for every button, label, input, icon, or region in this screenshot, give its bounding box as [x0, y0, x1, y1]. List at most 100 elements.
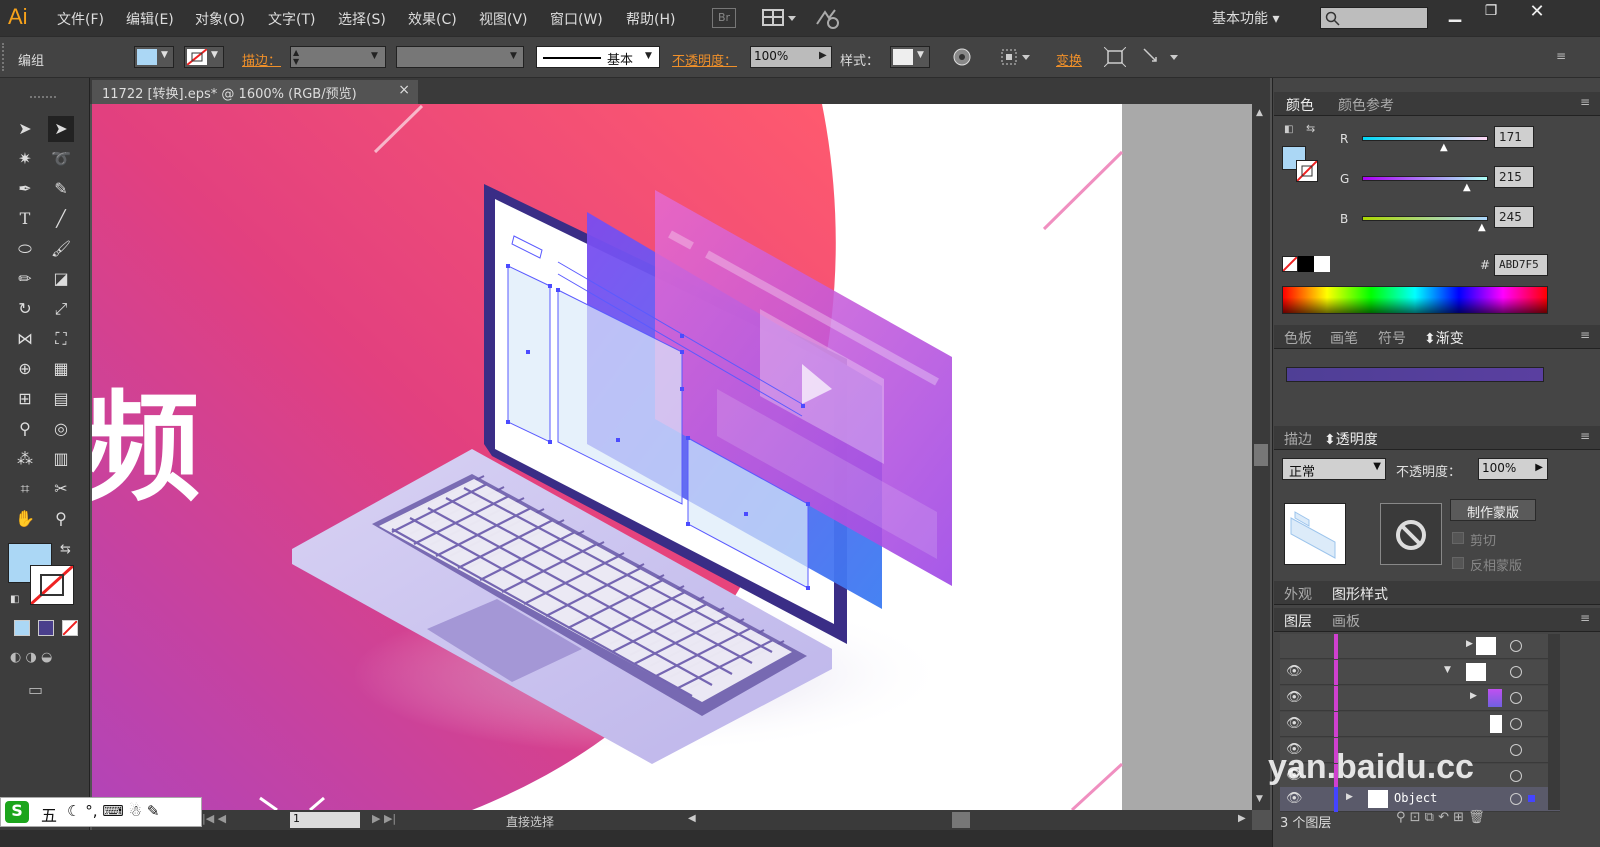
- layer-row[interactable]: 👁: [1280, 712, 1560, 737]
- variable-width-dropdown[interactable]: ▼: [396, 46, 524, 68]
- brush-definition-dropdown[interactable]: 基本 ▼: [536, 46, 660, 68]
- layer-row-object[interactable]: 👁 ▶ Object: [1280, 787, 1560, 812]
- default-colors-icon[interactable]: ◧: [10, 594, 19, 605]
- g-value[interactable]: 215: [1494, 166, 1534, 188]
- artboard-canvas[interactable]: 频: [92, 104, 1252, 810]
- symbol-sprayer-tool-icon[interactable]: ⁂: [12, 446, 38, 472]
- layer-row[interactable]: 👁 ▼: [1280, 660, 1560, 685]
- hex-value[interactable]: ABD7F5: [1494, 254, 1548, 276]
- g-slider[interactable]: [1362, 176, 1488, 181]
- swap-fill-stroke-icon[interactable]: ⇆: [60, 542, 71, 557]
- tab-transparency[interactable]: ⬍透明度: [1324, 429, 1378, 449]
- black-swatch[interactable]: [1298, 256, 1314, 272]
- menu-object[interactable]: 对象(O): [195, 9, 245, 29]
- stroke-label[interactable]: 描边：: [242, 50, 281, 69]
- menu-effect[interactable]: 效果(C): [408, 9, 457, 29]
- arrange-documents-icon[interactable]: [762, 8, 798, 28]
- layer-row[interactable]: ▶: [1280, 634, 1560, 659]
- opacity-input[interactable]: 100% ▶: [750, 46, 832, 68]
- mesh-tool-icon[interactable]: ⊞: [12, 386, 38, 412]
- close-document-icon[interactable]: ×: [398, 82, 410, 98]
- line-tool-icon[interactable]: ╱: [48, 206, 74, 232]
- ellipse-tool-icon[interactable]: ⬭: [12, 236, 38, 262]
- slice-tool-icon[interactable]: ✂: [48, 476, 74, 502]
- scale-tool-icon[interactable]: ⤢: [48, 296, 74, 322]
- shape-builder-tool-icon[interactable]: ⊕: [12, 356, 38, 382]
- artboard-tool-icon[interactable]: ⌗: [12, 476, 38, 502]
- tab-graphic-styles[interactable]: 图形样式: [1332, 584, 1388, 604]
- b-slider-thumb[interactable]: ▲: [1478, 222, 1486, 233]
- color-panel-stroke[interactable]: [1296, 160, 1318, 182]
- vertical-scrollbar[interactable]: ▲ ▼: [1252, 104, 1270, 810]
- restore-button[interactable]: ❐: [1476, 3, 1506, 27]
- mask-thumbnail[interactable]: [1380, 503, 1442, 565]
- stroke-color-swatch[interactable]: [29, 564, 75, 606]
- screen-mode-icon[interactable]: ▭: [28, 680, 58, 700]
- selection-tool-icon[interactable]: ➤: [12, 116, 38, 142]
- b-slider[interactable]: [1362, 216, 1488, 221]
- document-tab[interactable]: 11722 [转换].eps* @ 1600% (RGB/预览) ×: [92, 80, 418, 104]
- grip-handle[interactable]: [2, 43, 6, 71]
- color-spectrum[interactable]: [1282, 286, 1548, 314]
- lasso-tool-icon[interactable]: ➰: [48, 146, 74, 172]
- rotate-tool-icon[interactable]: ↻: [12, 296, 38, 322]
- eyedropper-tool-icon[interactable]: ⚲: [12, 416, 38, 442]
- menu-window[interactable]: 窗口(W): [550, 9, 603, 29]
- gradient-tool-icon[interactable]: ▤: [48, 386, 74, 412]
- pen-tool-icon[interactable]: ✒: [12, 176, 38, 202]
- tab-gradient[interactable]: ⬍渐变: [1424, 328, 1464, 348]
- opacity-label[interactable]: 不透明度：: [672, 50, 737, 69]
- panel-menu-icon[interactable]: ≡: [1580, 95, 1590, 109]
- menu-type[interactable]: 文字(T): [268, 9, 315, 29]
- isolate-group-icon[interactable]: [1103, 46, 1127, 68]
- r-value[interactable]: 171: [1494, 126, 1534, 148]
- panel-menu-icon[interactable]: ≡: [1580, 328, 1590, 342]
- stroke-weight-input[interactable]: ▲ ▼ ▼: [290, 46, 386, 68]
- gradient-slider[interactable]: [1286, 367, 1544, 382]
- panel-menu-icon[interactable]: ≡: [1580, 611, 1590, 625]
- transparency-opacity-input[interactable]: 100% ▶: [1478, 458, 1548, 480]
- vertical-scroll-thumb[interactable]: [1254, 444, 1268, 466]
- tab-color[interactable]: 颜色: [1286, 95, 1314, 115]
- ime-tools-icons[interactable]: ☾ °, ⌨ ☃ ✎: [67, 802, 159, 820]
- graphic-style-dropdown[interactable]: ▼: [890, 46, 930, 68]
- zoom-tool-icon[interactable]: ⚲: [48, 506, 74, 532]
- tab-appearance[interactable]: 外观: [1284, 584, 1312, 604]
- stroke-swatch-dropdown[interactable]: ▼: [184, 46, 224, 68]
- draw-mode-icons[interactable]: ◐ ◑ ◒: [10, 650, 80, 670]
- magic-wand-tool-icon[interactable]: ✷: [12, 146, 38, 172]
- bridge-button[interactable]: Br: [712, 8, 736, 28]
- perspective-grid-tool-icon[interactable]: ▦: [48, 356, 74, 382]
- align-icon[interactable]: [1000, 47, 1034, 67]
- blend-mode-dropdown[interactable]: 正常 ▼: [1282, 458, 1386, 480]
- swap-icon[interactable]: ⇆: [1306, 122, 1315, 135]
- menu-edit[interactable]: 编辑(E): [126, 9, 174, 29]
- ime-toolbar[interactable]: S 五 ☾ °, ⌨ ☃ ✎: [0, 797, 202, 827]
- tab-artboards[interactable]: 画板: [1332, 611, 1360, 631]
- default-fill-stroke-icon[interactable]: ◧: [1284, 124, 1298, 138]
- minimize-button[interactable]: ▁: [1440, 3, 1470, 27]
- invert-mask-checkbox[interactable]: [1452, 557, 1464, 569]
- layers-scrollbar[interactable]: [1548, 634, 1560, 810]
- eraser-tool-icon[interactable]: ◪: [48, 266, 74, 292]
- direct-selection-tool-icon[interactable]: ➤: [48, 116, 74, 142]
- paintbrush-tool-icon[interactable]: 🖌: [48, 236, 74, 262]
- g-slider-thumb[interactable]: ▲: [1463, 182, 1471, 193]
- tab-layers[interactable]: 图层: [1284, 611, 1312, 631]
- b-value[interactable]: 245: [1494, 206, 1534, 228]
- recolor-artwork-icon[interactable]: [952, 47, 972, 67]
- blend-tool-icon[interactable]: ◎: [48, 416, 74, 442]
- menu-select[interactable]: 选择(S): [338, 9, 386, 29]
- hand-tool-icon[interactable]: ✋: [12, 506, 38, 532]
- layer-row[interactable]: 👁 ▶: [1280, 686, 1560, 711]
- gpu-performance-icon[interactable]: [815, 6, 841, 30]
- menu-view[interactable]: 视图(V): [479, 9, 528, 29]
- none-mode-button[interactable]: [62, 620, 78, 636]
- search-field[interactable]: [1320, 7, 1428, 29]
- tab-stroke[interactable]: 描边: [1284, 429, 1312, 449]
- free-transform-tool-icon[interactable]: ⛶: [48, 326, 74, 352]
- width-tool-icon[interactable]: ⋈: [12, 326, 38, 352]
- arrange-icon[interactable]: [1142, 47, 1182, 67]
- white-swatch[interactable]: [1314, 256, 1330, 272]
- workspace-switcher[interactable]: 基本功能 ▾: [1212, 8, 1279, 28]
